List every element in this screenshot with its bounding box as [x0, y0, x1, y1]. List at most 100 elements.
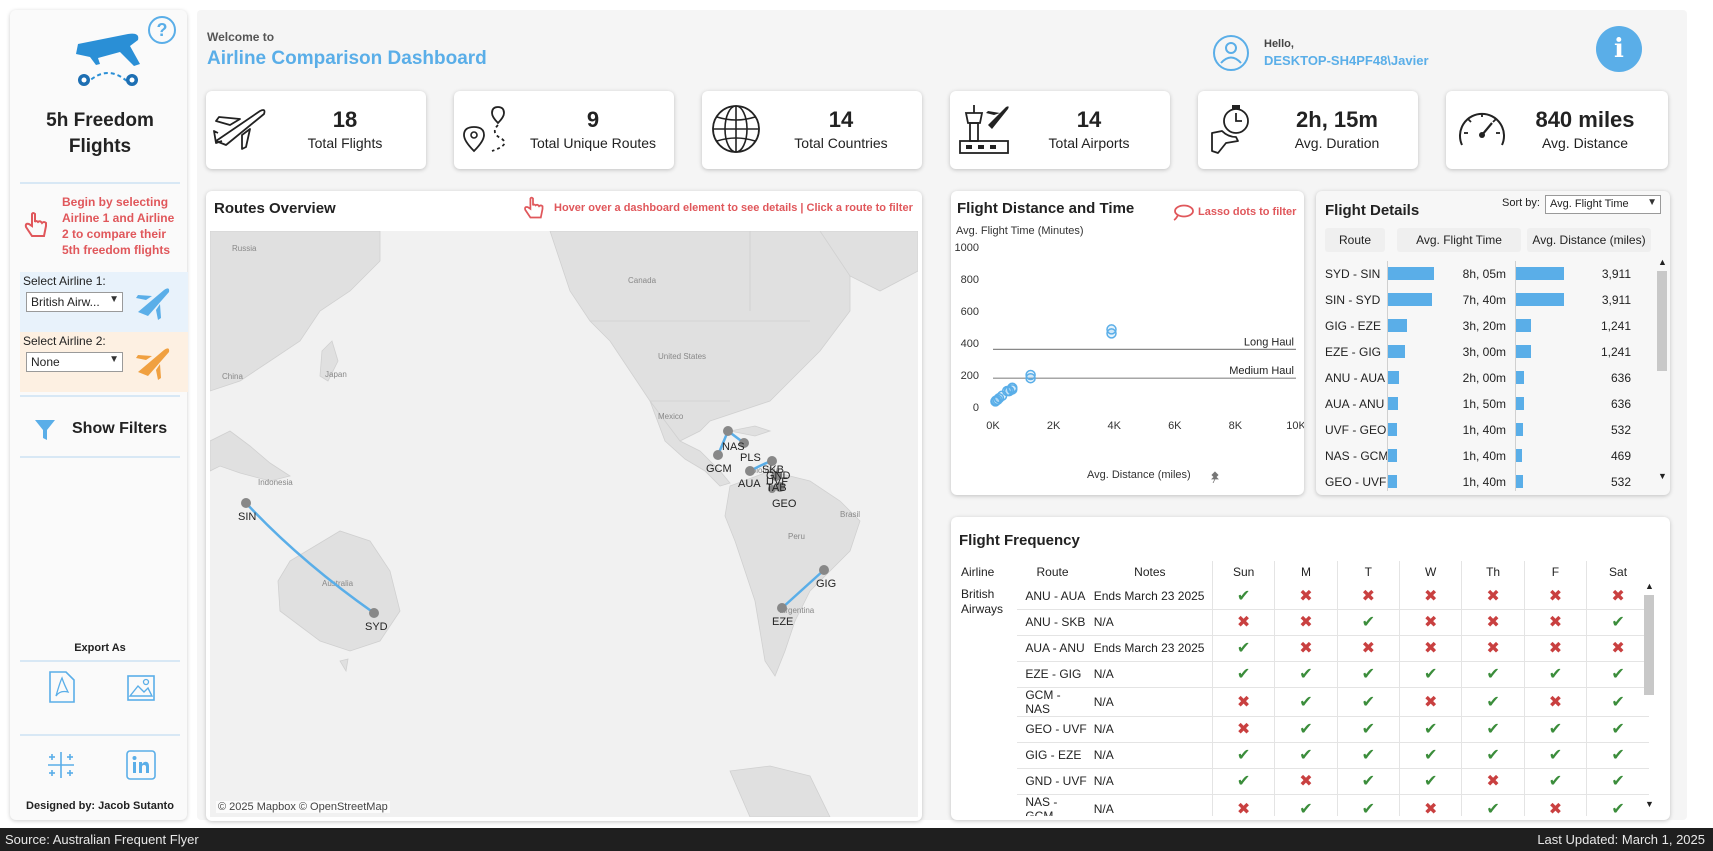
column-header[interactable]: Avg. Flight Time: [1397, 228, 1521, 252]
tableau-icon[interactable]: [44, 748, 78, 782]
frequency-row[interactable]: EZE - GIG N/A ✔ ✔ ✔ ✔ ✔ ✔ ✔: [959, 661, 1649, 688]
flight-details-row[interactable]: SIN - SYD 7h, 40m 3,911: [1325, 287, 1645, 313]
scatter-plot[interactable]: 0 200 400 600 800 1000 0K 2K 4K 6K 8K 10K Long Haul M…: [951, 239, 1304, 439]
airplane-icon: [213, 109, 266, 150]
scatter-point: [1106, 328, 1117, 339]
cross-icon: ✖: [1336, 635, 1400, 662]
distance-cell: 636: [1610, 397, 1631, 411]
flight-frequency-scrollbar[interactable]: ▲ ▼: [1643, 581, 1655, 813]
linkedin-icon[interactable]: [126, 750, 156, 780]
info-icon[interactable]: i: [1596, 26, 1642, 72]
y-tick-label: 800: [961, 274, 979, 286]
pointer-hand-icon: [524, 196, 544, 219]
check-icon: ✔: [1274, 687, 1338, 717]
cross-icon: ✖: [1461, 768, 1525, 795]
flight-distance-time-panel: Flight Distance and Time Lasso dots to f…: [951, 191, 1304, 495]
check-icon: ✔: [1211, 742, 1275, 769]
sort-select[interactable]: Avg. Flight Time ▼: [1545, 195, 1661, 214]
kpi-value: 14: [1076, 107, 1102, 132]
flight-details-row[interactable]: EZE - GIG 3h, 00m 1,241: [1325, 339, 1645, 365]
cross-icon: ✖: [1211, 716, 1275, 743]
scroll-down-icon[interactable]: ▼: [1658, 471, 1667, 481]
footer-updated: Last Updated: March 1, 2025: [1537, 832, 1705, 847]
kpi-card-total-airports: 14 Total Airports: [950, 91, 1170, 169]
reference-line-label: Long Haul: [1244, 336, 1294, 348]
frequency-row[interactable]: GCM - NAS N/A ✖ ✔ ✔ ✖ ✔ ✖ ✔: [959, 687, 1649, 717]
check-icon: ✔: [1523, 742, 1587, 769]
pin-icon[interactable]: [1209, 471, 1221, 483]
cross-icon: ✖: [1523, 687, 1587, 717]
frequency-row[interactable]: ANU - SKB N/A ✖ ✖ ✔ ✖ ✖ ✖ ✔: [959, 609, 1649, 636]
flight-details-row[interactable]: GEO - UVF 1h, 40m 532: [1325, 469, 1645, 491]
place-label: Indonesia: [258, 478, 293, 487]
check-icon: ✔: [1336, 768, 1400, 795]
kpi-label: Total Flights: [307, 135, 383, 151]
flight-details-row[interactable]: UVF - GEO 1h, 40m 532: [1325, 417, 1645, 443]
route-cell: EZE - GIG: [1325, 345, 1382, 359]
airport-label: TAB: [766, 482, 787, 494]
help-icon[interactable]: ?: [148, 16, 176, 44]
scroll-thumb[interactable]: [1644, 595, 1654, 695]
check-icon: ✔: [1586, 768, 1649, 795]
export-label: Export As: [74, 642, 126, 654]
notes-cell: Ends March 23 2025: [1087, 583, 1213, 610]
route-cell: ANU - SKB: [1017, 609, 1088, 636]
airline2-label: Select Airline 2:: [23, 334, 106, 348]
distance-cell: 469: [1610, 449, 1631, 463]
scroll-thumb[interactable]: [1657, 271, 1667, 371]
frequency-row[interactable]: GEO - UVF N/A ✖ ✔ ✔ ✔ ✔ ✔ ✔: [959, 716, 1649, 743]
y-tick-label: 600: [961, 306, 979, 318]
distance-cell: 1,241: [1600, 345, 1631, 359]
frequency-row[interactable]: NAS - GCM N/A ✖ ✔ ✔ ✖ ✔ ✖ ✔: [959, 794, 1649, 816]
cross-icon: ✖: [1461, 583, 1525, 610]
footer: Source: Australian Frequent Flyer Last U…: [0, 828, 1713, 851]
frequency-row[interactable]: British Airways ANU - AUA Ends March 23 20…: [959, 583, 1649, 616]
y-tick-label: 1000: [955, 242, 979, 254]
image-export-icon[interactable]: [126, 674, 156, 702]
check-icon: ✔: [1211, 583, 1275, 610]
cross-icon: ✖: [1274, 768, 1338, 795]
cross-icon: ✖: [1523, 635, 1587, 662]
distance-cell: 1,241: [1600, 319, 1631, 333]
filter-icon: [35, 420, 55, 440]
flight-details-row[interactable]: NAS - GCM 1h, 40m 469: [1325, 443, 1645, 469]
notes-cell: Ends March 23 2025: [1087, 635, 1213, 662]
column-header[interactable]: Route: [1325, 228, 1385, 252]
flight-details-scrollbar[interactable]: ▲ ▼: [1656, 257, 1668, 483]
show-filters-button[interactable]: Show Filters: [20, 408, 180, 448]
scroll-up-icon[interactable]: ▲: [1645, 581, 1654, 591]
place-label: United States: [658, 352, 706, 361]
flight-details-row[interactable]: AUA - ANU 1h, 50m 636: [1325, 391, 1645, 417]
check-icon: ✔: [1399, 768, 1462, 795]
column-header: Th: [1461, 561, 1525, 583]
airline1-select[interactable]: British Airw... ▼: [26, 292, 123, 312]
frequency-row[interactable]: GND - UVF N/A ✔ ✖ ✔ ✔ ✖ ✔ ✔: [959, 768, 1649, 795]
airport-label: PLS: [740, 452, 761, 464]
column-header[interactable]: Avg. Distance (miles): [1527, 228, 1651, 252]
airline2-select[interactable]: None ▼: [26, 352, 123, 372]
distance-cell: 636: [1610, 371, 1631, 385]
distance-bar: [1516, 449, 1522, 462]
kpi-label: Total Unique Routes: [529, 135, 657, 151]
check-icon: ✔: [1274, 716, 1338, 743]
routes-overview-panel: Routes Overview Hover over a dashboard e…: [206, 191, 922, 821]
pdf-export-icon[interactable]: [48, 670, 76, 704]
scroll-down-icon[interactable]: ▼: [1645, 799, 1654, 809]
flight-details-row[interactable]: SYD - SIN 8h, 05m 3,911: [1325, 261, 1645, 287]
flight-details-row[interactable]: GIG - EZE 3h, 20m 1,241: [1325, 313, 1645, 339]
check-icon: ✔: [1586, 716, 1649, 743]
frequency-row[interactable]: GIG - EZE N/A ✔ ✔ ✔ ✔ ✔ ✔ ✔: [959, 742, 1649, 769]
route-cell: GCM - NAS: [1017, 687, 1088, 717]
route-cell: ANU - AUA: [1017, 583, 1088, 610]
scroll-up-icon[interactable]: ▲: [1658, 257, 1667, 267]
frequency-row[interactable]: AUA - ANU Ends March 23 2025 ✔ ✖ ✖ ✖ ✖ ✖ ✖: [959, 635, 1649, 662]
check-icon: ✔: [1399, 742, 1462, 769]
flight-details-row[interactable]: ANU - AUA 2h, 00m 636: [1325, 365, 1645, 391]
distance-bar: [1516, 319, 1531, 332]
distance-cell: 3,911: [1601, 293, 1631, 307]
time-bar: [1388, 397, 1398, 410]
routes-map[interactable]: Russia Canada China Japan United States …: [210, 231, 918, 817]
check-icon: ✔: [1586, 661, 1649, 688]
distance-bar: [1516, 371, 1524, 384]
flight-frequency-title: Flight Frequency: [959, 532, 1080, 549]
